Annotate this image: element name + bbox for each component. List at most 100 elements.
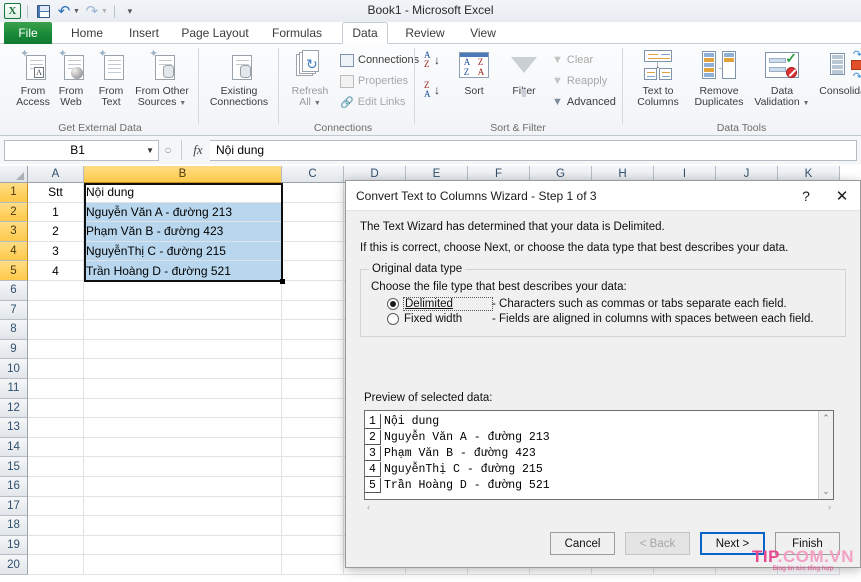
- data-validation-dropdown-icon[interactable]: ▼: [803, 100, 810, 107]
- fill-handle[interactable]: [280, 279, 285, 284]
- cell-c6[interactable]: [282, 280, 344, 301]
- cell-b5[interactable]: Trần Hoàng D - đường 521: [84, 261, 282, 281]
- cell-c10[interactable]: [282, 359, 344, 379]
- column-header-b[interactable]: B: [84, 166, 282, 183]
- cell-c11[interactable]: [282, 378, 344, 399]
- radio-delimited-icon[interactable]: [387, 298, 399, 310]
- row-header-19[interactable]: 19: [0, 535, 28, 556]
- radio-fixed-width-icon[interactable]: [387, 313, 399, 325]
- cell-a17[interactable]: [28, 496, 84, 517]
- cell-b15[interactable]: [84, 457, 282, 477]
- cell-c14[interactable]: [282, 437, 344, 458]
- preview-horizontal-scrollbar[interactable]: ‹ ›: [364, 500, 834, 515]
- from-other-sources-dropdown-icon[interactable]: ▼: [179, 100, 186, 107]
- row-header-17[interactable]: 17: [0, 496, 28, 517]
- formula-input[interactable]: Nội dung: [210, 139, 857, 161]
- close-icon[interactable]: ✕: [824, 181, 860, 210]
- row-header-3[interactable]: 3: [0, 222, 28, 242]
- cell-c13[interactable]: [282, 418, 344, 438]
- cell-b10[interactable]: [84, 359, 282, 379]
- filter-button[interactable]: Filter: [500, 47, 548, 115]
- cell-c16[interactable]: [282, 476, 344, 497]
- row-header-1[interactable]: 1: [0, 183, 28, 203]
- preview-box[interactable]: 1 Nội dung 2 Nguyễn Văn A - đường 213 3 …: [364, 410, 834, 500]
- cell-c17[interactable]: [282, 496, 344, 517]
- select-all-corner[interactable]: [0, 166, 28, 183]
- cell-a13[interactable]: [28, 418, 84, 438]
- refresh-all-button[interactable]: ↻ Refresh All ▼: [284, 47, 336, 115]
- scroll-right-icon[interactable]: ›: [828, 502, 831, 512]
- row-header-13[interactable]: 13: [0, 418, 28, 438]
- sort-descending-button[interactable]: Z A ↓: [424, 80, 444, 102]
- insert-function-icon[interactable]: fx: [186, 142, 210, 158]
- cell-b6[interactable]: [84, 280, 282, 301]
- cell-b18[interactable]: [84, 516, 282, 536]
- connections-button[interactable]: Connections: [340, 50, 419, 70]
- cell-c18[interactable]: [282, 516, 344, 536]
- cell-c4[interactable]: [282, 241, 344, 262]
- cell-a11[interactable]: [28, 378, 84, 399]
- cell-a10[interactable]: [28, 359, 84, 379]
- cancel-button[interactable]: Cancel: [550, 532, 615, 555]
- scroll-left-icon[interactable]: ‹: [367, 502, 370, 512]
- radio-option-delimited[interactable]: Delimited - Characters such as commas or…: [387, 297, 837, 311]
- cell-b11[interactable]: [84, 378, 282, 399]
- sort-ascending-button[interactable]: A Z ↓: [424, 50, 444, 72]
- row-header-14[interactable]: 14: [0, 437, 28, 458]
- row-header-15[interactable]: 15: [0, 457, 28, 477]
- cell-b14[interactable]: [84, 437, 282, 458]
- cell-c7[interactable]: [282, 300, 344, 321]
- preview-vertical-scrollbar[interactable]: ⌃ ⌄: [818, 411, 833, 499]
- cell-a15[interactable]: [28, 457, 84, 477]
- tab-formulas[interactable]: Formulas: [262, 22, 332, 44]
- row-header-8[interactable]: 8: [0, 320, 28, 340]
- from-other-sources-button[interactable]: ✦ From Other Sources ▼: [126, 47, 198, 115]
- cell-a19[interactable]: [28, 535, 84, 556]
- column-header-c[interactable]: C: [282, 166, 344, 183]
- tab-home[interactable]: Home: [60, 22, 114, 44]
- cell-a12[interactable]: [28, 398, 84, 419]
- cell-a8[interactable]: [28, 320, 84, 340]
- row-header-5[interactable]: 5: [0, 261, 28, 281]
- refresh-all-dropdown-icon[interactable]: ▼: [314, 100, 321, 107]
- tab-file[interactable]: File: [4, 22, 52, 44]
- remove-duplicates-button[interactable]: → RemoveDuplicates: [688, 47, 750, 115]
- next-button[interactable]: Next >: [700, 532, 765, 555]
- row-header-2[interactable]: 2: [0, 202, 28, 223]
- row-header-20[interactable]: 20: [0, 555, 28, 575]
- cell-a9[interactable]: [28, 339, 84, 360]
- cell-b8[interactable]: [84, 320, 282, 340]
- tab-data[interactable]: Data: [342, 22, 388, 44]
- cell-c12[interactable]: [282, 398, 344, 419]
- cell-b2[interactable]: Nguyễn Văn A - đường 213: [84, 202, 282, 223]
- cell-a3[interactable]: 2: [28, 222, 84, 242]
- cell-a7[interactable]: [28, 300, 84, 321]
- data-validation-button[interactable]: ✓ Data Validation ▼: [752, 47, 812, 115]
- cell-a4[interactable]: 3: [28, 241, 84, 262]
- cell-b12[interactable]: [84, 398, 282, 419]
- cell-a14[interactable]: [28, 437, 84, 458]
- cell-c1[interactable]: [282, 183, 344, 203]
- cell-c15[interactable]: [282, 457, 344, 477]
- row-header-6[interactable]: 6: [0, 280, 28, 301]
- cell-b17[interactable]: [84, 496, 282, 517]
- row-header-10[interactable]: 10: [0, 359, 28, 379]
- advanced-filter-button[interactable]: ▼ Advanced: [552, 92, 616, 112]
- cell-b20[interactable]: [84, 555, 282, 575]
- row-header-11[interactable]: 11: [0, 378, 28, 399]
- cell-b9[interactable]: [84, 339, 282, 360]
- radio-option-fixed-width[interactable]: Fixed width - Fields are aligned in colu…: [387, 313, 837, 325]
- cell-b1[interactable]: Nội dung: [84, 183, 282, 203]
- cell-c9[interactable]: [282, 339, 344, 360]
- cell-a16[interactable]: [28, 476, 84, 497]
- finish-button[interactable]: Finish: [775, 532, 840, 555]
- row-header-12[interactable]: 12: [0, 398, 28, 419]
- name-box-dropdown-icon[interactable]: ▼: [146, 146, 154, 155]
- cell-a20[interactable]: [28, 555, 84, 575]
- cell-a18[interactable]: [28, 516, 84, 536]
- cell-c5[interactable]: [282, 261, 344, 281]
- cell-b7[interactable]: [84, 300, 282, 321]
- name-box[interactable]: B1 ▼: [4, 139, 159, 161]
- cell-a2[interactable]: 1: [28, 202, 84, 223]
- cell-b13[interactable]: [84, 418, 282, 438]
